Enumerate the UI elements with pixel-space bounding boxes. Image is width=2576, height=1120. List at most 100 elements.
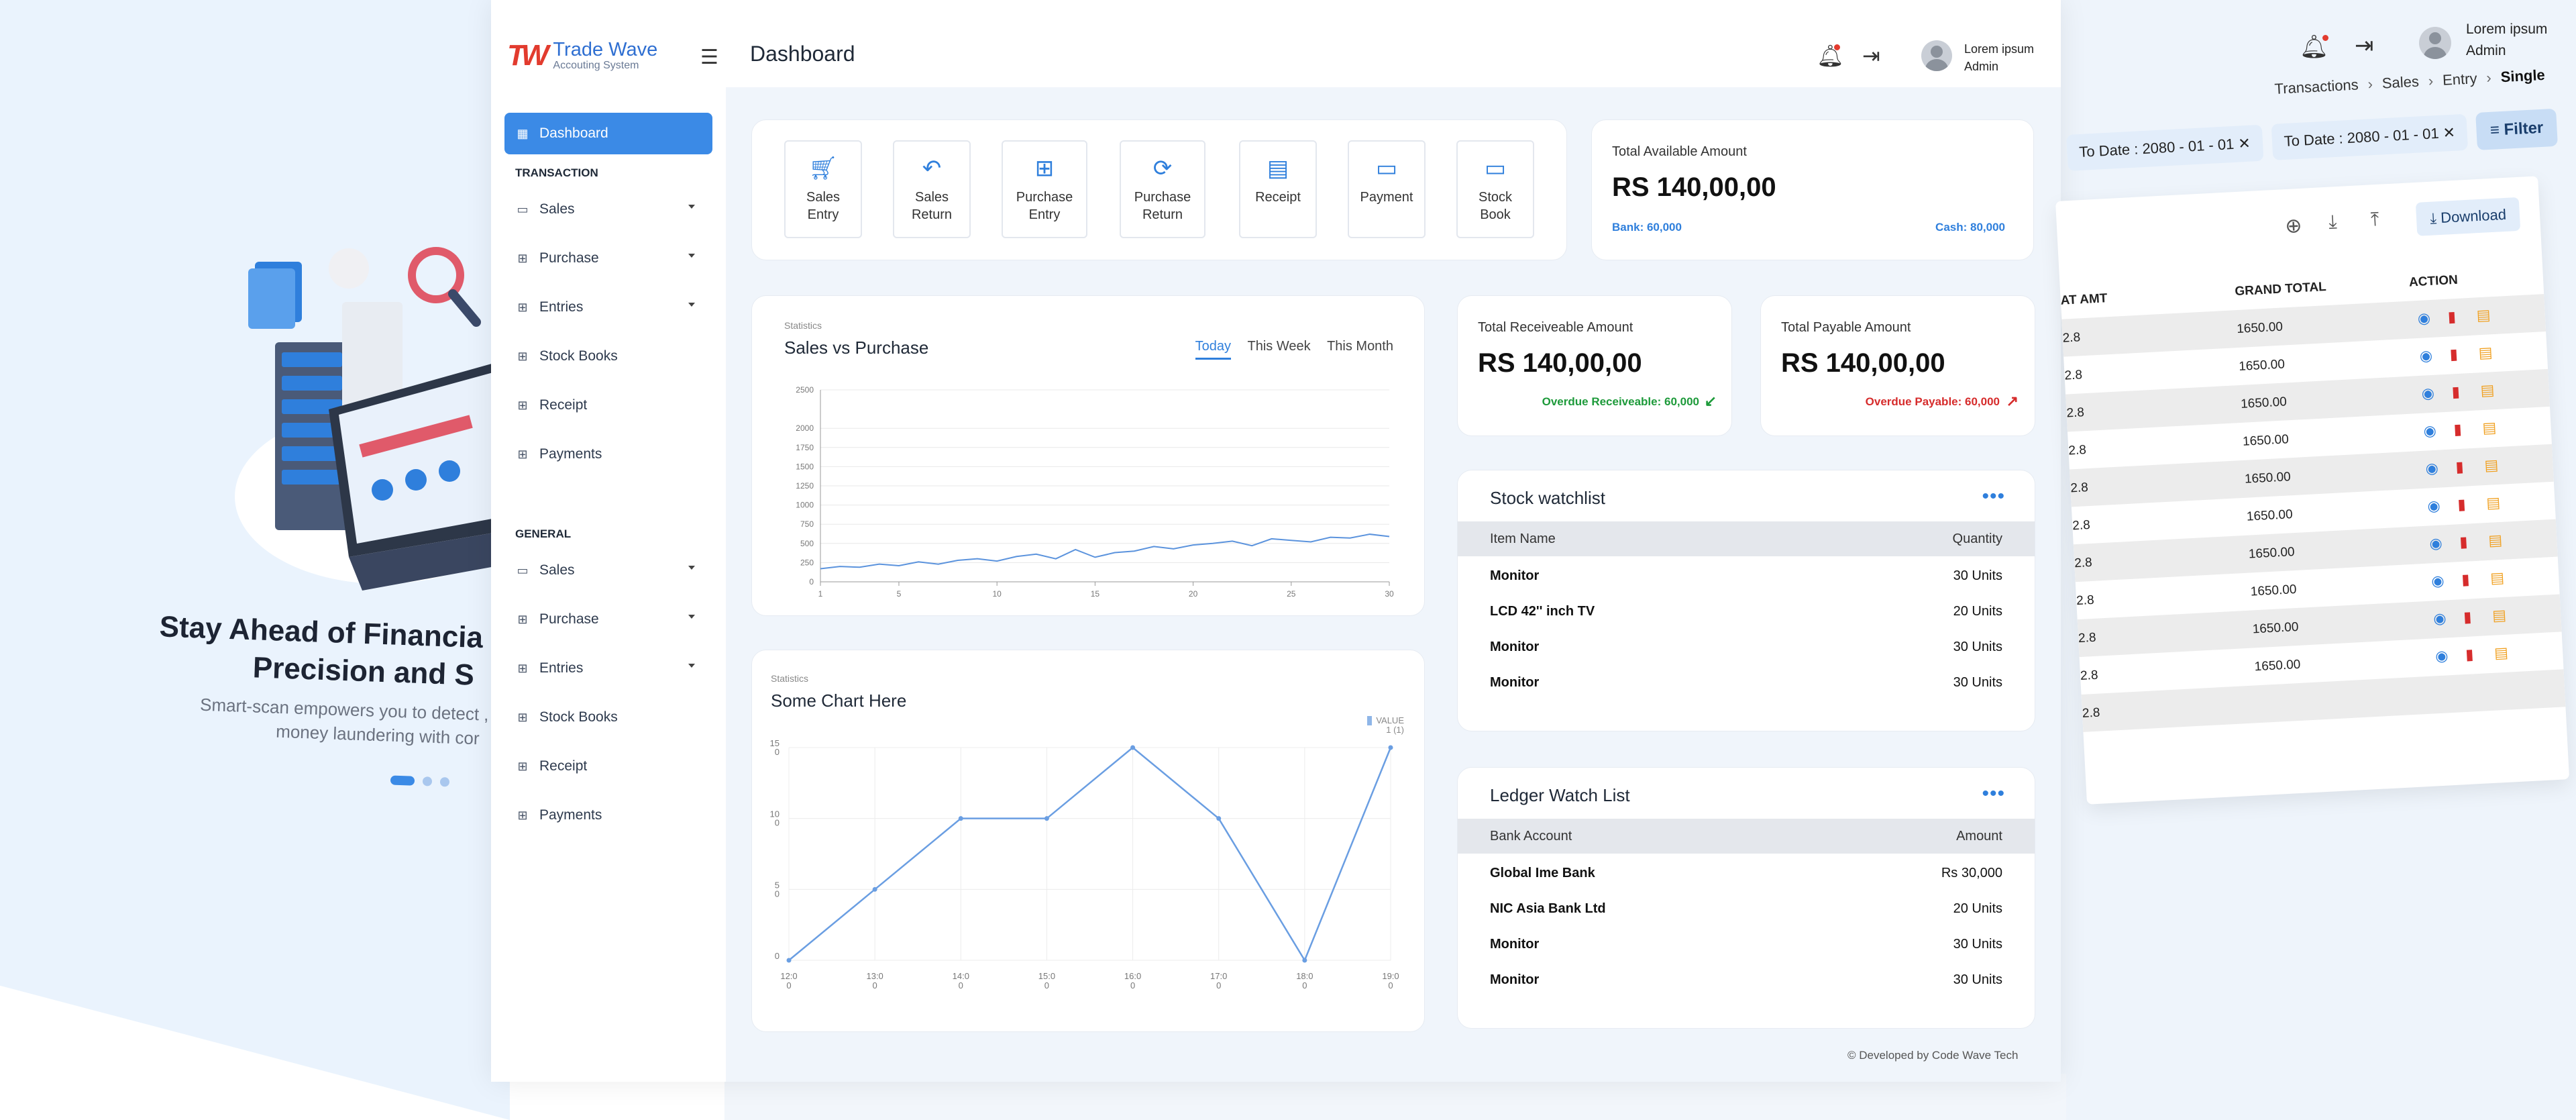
eye-icon[interactable]: ◉ <box>2435 647 2449 665</box>
table-row[interactable]: LCD 42'' inch TV 20 Units <box>1458 595 2035 629</box>
sidebar-item-label: Payments <box>539 807 602 823</box>
grand-total-cell: 1650.00 <box>2252 619 2299 637</box>
quick-action-sales-entry[interactable]: 🛒︎ Sales Entry <box>784 140 862 238</box>
logo[interactable]: TW Trade Wave Accouting System <box>507 39 657 72</box>
table-row[interactable]: Global Ime Bank Rs 30,000 <box>1458 856 2035 891</box>
sidebar-item-stock-books[interactable]: ⊞ Stock Books <box>504 336 712 377</box>
carousel-dot[interactable] <box>439 777 450 787</box>
trash-icon[interactable]: ▮ <box>2455 458 2464 476</box>
document-icon[interactable]: ▤ <box>2486 494 2501 512</box>
eye-icon[interactable]: ◉ <box>2423 422 2437 440</box>
quick-action-purchase-entry[interactable]: ⊞ Purchase Entry <box>1002 140 1087 238</box>
trash-icon[interactable]: ▮ <box>2463 608 2472 626</box>
x-tick-label: 12:0 0 <box>780 971 797 990</box>
eye-icon[interactable]: ◉ <box>2431 572 2445 590</box>
carousel-dot[interactable] <box>390 775 415 786</box>
document-icon[interactable]: ▤ <box>2482 419 2497 437</box>
carousel-dot[interactable] <box>422 776 433 786</box>
logout-icon[interactable]: ⇥ <box>2355 32 2374 59</box>
table-row[interactable]: Monitor 30 Units <box>1458 559 2035 594</box>
column-header: ACTION <box>2408 272 2459 290</box>
sidebar-item-receipt[interactable]: ⊞ Receipt <box>504 746 712 787</box>
trash-icon[interactable]: ▮ <box>2451 383 2460 401</box>
trash-icon[interactable]: ▮ <box>2449 346 2458 364</box>
eye-icon[interactable]: ◉ <box>2425 460 2439 478</box>
trash-icon[interactable]: ▮ <box>2465 646 2474 664</box>
quick-action-label: Book <box>1480 207 1511 222</box>
logout-icon[interactable]: ⇥ <box>1862 43 1880 68</box>
quick-action-stock-book[interactable]: ▭ Stock Book <box>1456 140 1534 238</box>
column-header[interactable]: GRAND TOTAL <box>2235 280 2326 299</box>
more-options-icon[interactable]: ••• <box>1982 485 2005 508</box>
filter-icon: ≡ <box>2489 121 2500 140</box>
close-icon[interactable]: ✕ <box>2238 135 2251 152</box>
breadcrumb-item[interactable]: Transactions <box>2274 76 2359 97</box>
trash-icon[interactable]: ▮ <box>2453 421 2462 439</box>
sidebar-item-payments[interactable]: ⊞ Payments <box>504 434 712 475</box>
column-header[interactable]: AT AMT <box>2060 291 2108 309</box>
filter-button[interactable]: ≡ Filter <box>2475 108 2558 150</box>
document-icon[interactable]: ▤ <box>2488 531 2503 550</box>
add-circle-icon[interactable]: ⊕ <box>2285 214 2303 238</box>
at-amt-cell: 2.8 <box>2062 330 2081 346</box>
quick-action-payment[interactable]: ▭ Payment <box>1348 140 1426 238</box>
x-tick-label: 30 <box>1385 589 1394 599</box>
document-icon[interactable]: ▤ <box>2490 569 2505 587</box>
table-row[interactable]: Monitor 30 Units <box>1458 927 2035 962</box>
document-icon[interactable]: ▤ <box>2478 344 2493 362</box>
eye-icon[interactable]: ◉ <box>2421 385 2435 403</box>
table-row[interactable]: Monitor 30 Units <box>1458 963 2035 998</box>
table-row[interactable]: NIC Asia Bank Ltd 20 Units <box>1458 892 2035 927</box>
document-icon[interactable]: ▤ <box>2484 456 2499 474</box>
table-row[interactable]: Monitor 30 Units <box>1458 630 2035 665</box>
document-icon[interactable]: ▤ <box>2493 644 2508 662</box>
sidebar-item-dashboard[interactable]: ▦ Dashboard <box>504 113 712 154</box>
at-amt-cell: 2.8 <box>2076 593 2095 609</box>
sidebar-item-sales[interactable]: ▭ Sales <box>504 550 712 591</box>
quick-action-receipt[interactable]: ▤ Receipt <box>1239 140 1317 238</box>
sidebar-item-stock-books[interactable]: ⊞ Stock Books <box>504 697 712 738</box>
eye-icon[interactable]: ◉ <box>2427 497 2441 515</box>
breadcrumb-item[interactable]: Entry <box>2442 70 2477 89</box>
close-icon[interactable]: ✕ <box>2443 124 2456 142</box>
trash-icon[interactable]: ▮ <box>2459 533 2468 552</box>
avatar[interactable] <box>1921 40 1952 71</box>
sidebar-item-sales[interactable]: ▭ Sales <box>504 189 712 230</box>
sidebar-item-purchase[interactable]: ⊞ Purchase <box>504 238 712 279</box>
user-info[interactable]: Lorem ipsum Admin <box>2466 19 2547 62</box>
footer-credit: © Developed by Code Wave Tech <box>1847 1049 2019 1062</box>
eye-icon[interactable]: ◉ <box>2419 347 2433 365</box>
sidebar-item-purchase[interactable]: ⊞ Purchase <box>504 599 712 640</box>
quick-action-sales-return[interactable]: ↶ Sales Return <box>893 140 971 238</box>
grand-total-cell: 1650.00 <box>2244 470 2292 487</box>
document-icon[interactable]: ▤ <box>2480 381 2495 399</box>
item-qty: 30 Units <box>1953 640 2002 654</box>
quick-action-purchase-return[interactable]: ⟳ Purchase Return <box>1120 140 1205 238</box>
trash-icon[interactable]: ▮ <box>2457 496 2466 514</box>
document-icon[interactable]: ▤ <box>2492 607 2507 625</box>
trash-icon[interactable]: ▮ <box>2447 308 2456 326</box>
sidebar-item-entries[interactable]: ⊞ Entries <box>504 648 712 689</box>
y-tick-label: 15 0 <box>770 738 780 757</box>
breadcrumb-item[interactable]: Sales <box>2381 73 2419 92</box>
avatar[interactable] <box>2419 27 2451 59</box>
document-icon[interactable]: ▤ <box>2476 306 2491 324</box>
account-name: Monitor <box>1490 937 1540 952</box>
sidebar-item-entries[interactable]: ⊞ Entries <box>504 287 712 328</box>
download-button[interactable]: ⤓ Download <box>2416 197 2521 236</box>
menu-collapse-icon[interactable]: ☰ <box>700 46 718 69</box>
table-row[interactable]: Monitor 30 Units <box>1458 666 2035 701</box>
more-options-icon[interactable]: ••• <box>1982 782 2005 805</box>
eye-icon[interactable]: ◉ <box>2417 309 2431 327</box>
eye-icon[interactable]: ◉ <box>2433 609 2447 627</box>
download-icon[interactable]: ⤓ <box>2328 211 2337 234</box>
upload-icon[interactable]: ⤒ <box>2370 209 2379 232</box>
sidebar-item-receipt[interactable]: ⊞ Receipt <box>504 385 712 426</box>
sidebar-item-payments[interactable]: ⊞ Payments <box>504 795 712 836</box>
eye-icon[interactable]: ◉ <box>2429 535 2443 553</box>
chevron-right-icon: › <box>2367 75 2373 93</box>
trash-icon[interactable]: ▮ <box>2461 570 2470 589</box>
user-info[interactable]: Lorem ipsum Admin <box>1964 40 2034 75</box>
data-point <box>1216 816 1222 821</box>
x-tick-label: 1 <box>818 589 823 599</box>
